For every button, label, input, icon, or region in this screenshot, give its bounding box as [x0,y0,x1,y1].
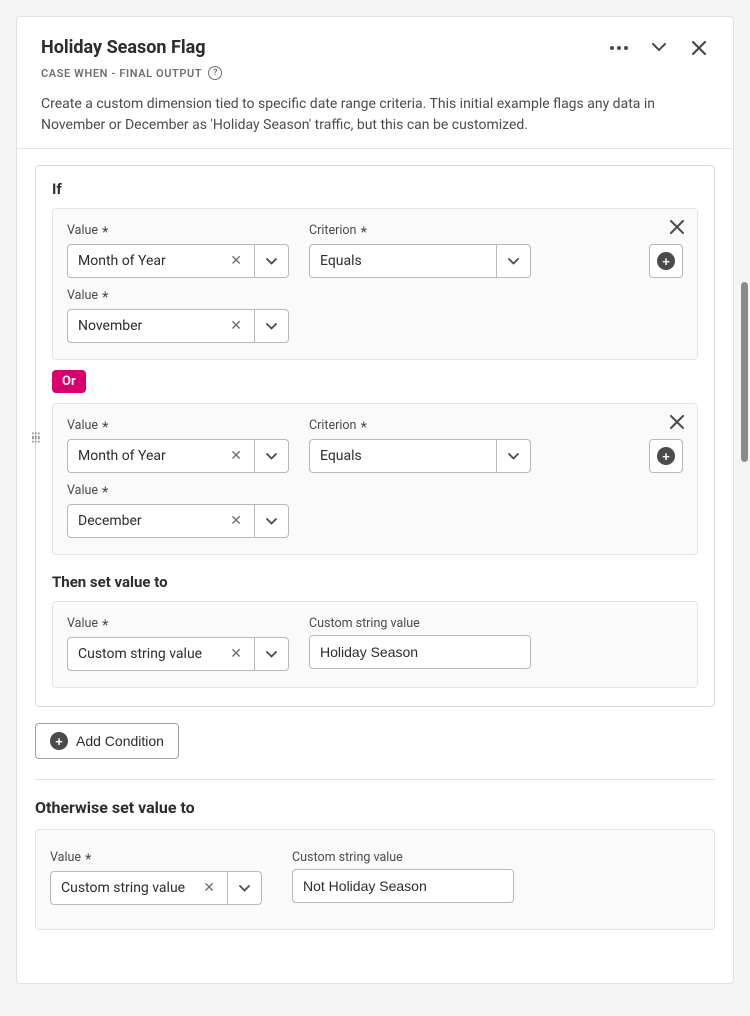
chevron-down-icon [508,453,519,460]
value-label: Value* [67,288,683,303]
chevron-down-icon [266,323,277,330]
page-title: Holiday Season Flag [41,37,206,58]
chevron-down-icon [266,258,277,265]
value-label: Value* [50,850,272,865]
panel-body: If Value* Month of Year✕ Criterion* [17,149,733,954]
value-select-2a[interactable]: Month of Year✕ [67,439,289,473]
add-criterion-button[interactable]: + [649,244,683,278]
custom-string-label: Custom string value [292,850,514,865]
then-card: Value* Custom string value✕ Custom strin… [52,601,698,688]
value-label: Value* [67,483,683,498]
criterion-select-1[interactable]: Equals [309,244,531,278]
dropdown-caret[interactable] [255,244,289,278]
chevron-down-icon [266,453,277,460]
otherwise-card: Value* Custom string value✕ Custom strin… [35,829,715,930]
dropdown-caret[interactable] [497,244,531,278]
plus-circle-icon: + [50,732,68,750]
clear-icon[interactable]: ✕ [228,318,244,334]
add-condition-label: Add Condition [76,733,164,749]
then-heading: Then set value to [52,573,698,591]
help-icon[interactable]: ? [208,66,222,80]
chevron-down-icon [239,885,250,892]
dropdown-caret[interactable] [255,637,289,671]
dimension-panel: Holiday Season Flag CASE WHEN - FINAL OU… [16,16,734,984]
criterion-select-2[interactable]: Equals [309,439,531,473]
chevron-down-icon [652,43,666,52]
panel-header: Holiday Season Flag CASE WHEN - FINAL OU… [17,17,733,149]
panel-subtitle: CASE WHEN - FINAL OUTPUT [41,67,202,80]
then-custom-value-input[interactable] [309,635,531,669]
otherwise-heading: Otherwise set value to [35,798,715,817]
custom-string-label: Custom string value [309,616,531,631]
criterion-label: Criterion* [309,223,531,238]
if-block: If Value* Month of Year✕ Criterion* [35,165,715,707]
add-criterion-button[interactable]: + [649,439,683,473]
plus-circle-icon: + [657,252,675,270]
remove-condition-button[interactable] [667,412,687,432]
chevron-down-icon [266,518,277,525]
dropdown-caret[interactable] [228,871,262,905]
remove-condition-button[interactable] [667,217,687,237]
close-icon [692,41,706,55]
clear-icon[interactable]: ✕ [201,880,217,896]
dropdown-caret[interactable] [255,504,289,538]
more-options-button[interactable] [609,38,629,58]
collapse-button[interactable] [649,38,669,58]
scrollbar[interactable] [741,282,748,462]
dropdown-caret[interactable] [497,439,531,473]
otherwise-value-type-select[interactable]: Custom string value✕ [50,871,272,905]
add-condition-button[interactable]: + Add Condition [35,723,179,759]
close-icon [670,415,684,429]
otherwise-custom-value-input[interactable] [292,869,514,903]
then-value-type-select[interactable]: Custom string value✕ [67,637,289,671]
clear-icon[interactable]: ✕ [228,646,244,662]
close-button[interactable] [689,38,709,58]
section-divider [35,779,715,780]
criterion-label: Criterion* [309,418,531,433]
ellipsis-icon [610,46,628,50]
value-select-1b[interactable]: November✕ [67,309,289,343]
chevron-down-icon [508,258,519,265]
value-label: Value* [67,418,289,433]
or-badge: Or [52,370,86,393]
condition-card-2: Value* Month of Year✕ Criterion* Equals [52,403,698,555]
clear-icon[interactable]: ✕ [228,513,244,529]
value-label: Value* [67,616,289,631]
if-heading: If [52,180,698,198]
value-select-2b[interactable]: December✕ [67,504,289,538]
clear-icon[interactable]: ✕ [228,448,244,464]
value-label: Value* [67,223,289,238]
value-select-1a[interactable]: Month of Year✕ [67,244,289,278]
dropdown-caret[interactable] [255,439,289,473]
plus-circle-icon: + [657,447,675,465]
drag-handle-icon[interactable]: ⠿⠿ [32,431,35,441]
clear-icon[interactable]: ✕ [228,253,244,269]
condition-card-1: Value* Month of Year✕ Criterion* Equals [52,208,698,360]
close-icon [670,220,684,234]
panel-description: Create a custom dimension tied to specif… [41,94,709,136]
dropdown-caret[interactable] [255,309,289,343]
chevron-down-icon [266,651,277,658]
